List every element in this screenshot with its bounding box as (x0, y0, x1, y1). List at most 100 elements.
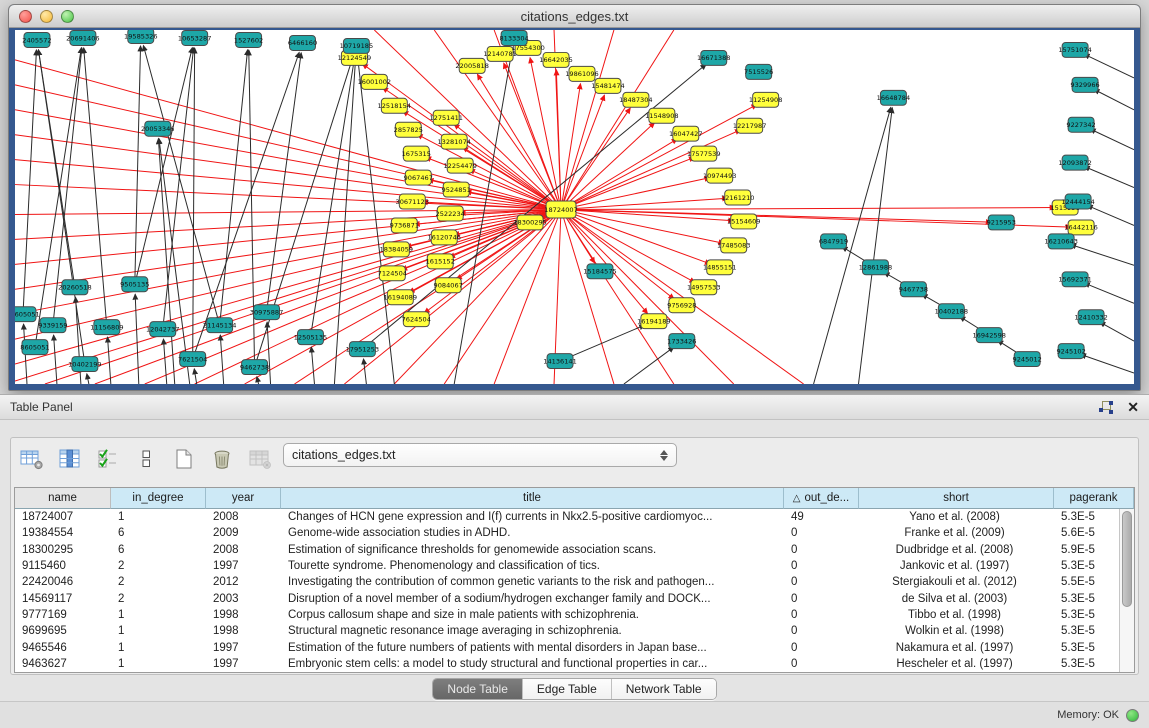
graph-node[interactable]: 9339159 (38, 318, 67, 333)
table-row[interactable]: 2242004622012Investigating the contribut… (15, 574, 1134, 590)
graph-node[interactable]: 12751411 (429, 110, 463, 125)
scrollbar-thumb[interactable] (1122, 511, 1132, 607)
graph-node[interactable]: 17485083 (717, 238, 751, 253)
tab-node-table[interactable]: Node Table (433, 679, 523, 699)
graph-node[interactable]: 8133304 (499, 30, 528, 45)
graph-node[interactable]: 13281074 (437, 134, 471, 149)
table-row[interactable]: 946362711997Embryonic stem cells: a mode… (15, 656, 1134, 672)
graph-node[interactable]: 9524851 (442, 182, 471, 197)
graph-node[interactable]: 18487304 (619, 92, 653, 107)
graph-node[interactable]: 2522234 (436, 206, 465, 221)
graph-node[interactable]: 30671123 (396, 194, 430, 209)
graph-node[interactable]: 20053346 (141, 121, 175, 136)
graph-node[interactable]: 16648784 (877, 90, 911, 105)
column-header-in-degree[interactable]: in_degree (111, 488, 206, 509)
graph-node[interactable]: 9215953 (987, 215, 1016, 230)
graph-node[interactable]: 7515526 (744, 64, 773, 79)
graph-node[interactable]: 19585326 (124, 30, 158, 43)
graph-node[interactable]: 9245012 (1013, 352, 1042, 367)
table-row[interactable]: 969969511998Structural magnetic resonanc… (15, 623, 1134, 639)
graph-node[interactable]: 17951253 (346, 342, 380, 357)
graph-node[interactable]: 1733426 (667, 334, 696, 349)
graph-node[interactable]: 10653287 (178, 30, 212, 45)
graph-node[interactable]: 12254479 (443, 158, 477, 173)
graph-node[interactable]: 16120746 (427, 230, 461, 245)
graph-node[interactable]: 19861096 (565, 66, 599, 81)
graph-node[interactable]: 14136141 (543, 354, 577, 369)
table-row[interactable]: 911546021997Tourette syndrome. Phenomeno… (15, 558, 1134, 574)
graph-node[interactable]: 12161210 (721, 190, 755, 205)
graph-node[interactable]: 16442116 (1064, 220, 1098, 235)
graph-node[interactable]: 28605051 (15, 307, 40, 322)
tab-edge-table[interactable]: Edge Table (523, 679, 612, 699)
graph-node[interactable]: 20260518 (58, 280, 92, 295)
graph-node[interactable]: 12861988 (859, 260, 893, 275)
graph-node[interactable]: 9084067 (434, 278, 463, 293)
graph-node[interactable]: 9329966 (1070, 77, 1099, 92)
graph-node[interactable]: 1675315 (402, 146, 431, 161)
graph-node[interactable]: 10974493 (703, 168, 737, 183)
table-row[interactable]: 1938455462009Genome-wide association stu… (15, 525, 1134, 541)
graph-node[interactable]: 12410332 (1074, 310, 1108, 325)
graph-node[interactable]: 6847919 (819, 234, 848, 249)
column-header-pagerank[interactable]: pagerank (1054, 488, 1134, 509)
graph-node[interactable]: 1615152 (426, 254, 455, 269)
table-selector-dropdown[interactable]: citations_edges.txt (283, 443, 677, 467)
graph-node[interactable]: 16047427 (669, 126, 703, 141)
graph-node[interactable]: 8605051 (20, 340, 49, 355)
graph-node[interactable]: 15154609 (727, 214, 761, 229)
tab-network-table[interactable]: Network Table (612, 679, 716, 699)
new-table-icon[interactable] (171, 446, 197, 472)
graph-node[interactable]: 12093872 (1058, 155, 1092, 170)
graph-node[interactable]: 16001002 (358, 74, 392, 89)
graph-node[interactable]: 12217987 (733, 118, 767, 133)
graph-node[interactable]: 16671388 (697, 50, 731, 65)
graph-node[interactable]: 15481474 (591, 78, 625, 93)
graph-node[interactable]: 30975887 (250, 305, 284, 320)
citation-network-graph[interactable]: 1872400718300295121245491600100212518154… (15, 30, 1134, 384)
column-header-short[interactable]: short (859, 488, 1054, 509)
graph-node[interactable]: 12042737 (146, 322, 180, 337)
graph-node[interactable]: 11254908 (749, 92, 783, 107)
graph-node[interactable]: 16194089 (384, 290, 418, 305)
graph-node[interactable]: 10719185 (340, 38, 374, 53)
graph-node[interactable]: 9462738 (240, 360, 269, 375)
graph-node[interactable]: 11548908 (645, 108, 679, 123)
graph-node[interactable]: 21145134 (203, 318, 237, 333)
graph-node[interactable]: 18384059 (380, 242, 414, 257)
graph-node[interactable]: 12505135 (294, 330, 328, 345)
window-titlebar[interactable]: citations_edges.txt (9, 5, 1140, 28)
column-header-year[interactable]: year (206, 488, 281, 509)
graph-node[interactable]: 10402199 (68, 357, 102, 372)
column-header-out-de-[interactable]: △out_de... (784, 488, 859, 509)
column-header-name[interactable]: name (15, 488, 111, 509)
graph-node[interactable]: 11156809 (90, 320, 124, 335)
graph-node[interactable]: 10402188 (935, 304, 969, 319)
graph-node[interactable]: 9227342 (1066, 117, 1095, 132)
show-columns-icon[interactable] (57, 446, 83, 472)
graph-node[interactable]: 7124504 (378, 266, 407, 281)
table-options-icon[interactable] (19, 446, 45, 472)
graph-node[interactable]: 9736871 (390, 218, 419, 233)
close-panel-icon[interactable]: ✕ (1127, 400, 1139, 414)
graph-node[interactable]: 16942598 (973, 328, 1007, 343)
graph-node[interactable]: 2405572 (22, 32, 51, 47)
network-graph-canvas[interactable]: 1872400718300295121245491600100212518154… (15, 30, 1134, 384)
table-row[interactable]: 946554611997Estimation of the future num… (15, 639, 1134, 655)
graph-node[interactable]: 6466160 (288, 35, 317, 50)
graph-node[interactable]: 9067467 (404, 170, 433, 185)
graph-node[interactable]: 15751074 (1058, 42, 1092, 57)
graph-node[interactable]: 18724007 (544, 201, 578, 218)
column-header-title[interactable]: title (281, 488, 784, 509)
graph-node[interactable]: 2857825 (394, 122, 423, 137)
graph-node[interactable]: 12518154 (378, 98, 412, 113)
graph-node[interactable]: 9756928 (667, 298, 696, 313)
vertical-scrollbar[interactable] (1119, 509, 1134, 672)
graph-node[interactable]: 9467738 (899, 282, 928, 297)
table-row[interactable]: 977716911998Corpus callosum shape and si… (15, 607, 1134, 623)
table-row[interactable]: 1456911722003Disruption of a novel membe… (15, 590, 1134, 606)
graph-node[interactable]: 18300295 (513, 215, 547, 230)
table-row[interactable]: 1872400712008Changes of HCN gene express… (15, 509, 1134, 525)
graph-node[interactable]: 14855151 (703, 260, 737, 275)
graph-node[interactable]: 16210643 (1044, 234, 1078, 249)
